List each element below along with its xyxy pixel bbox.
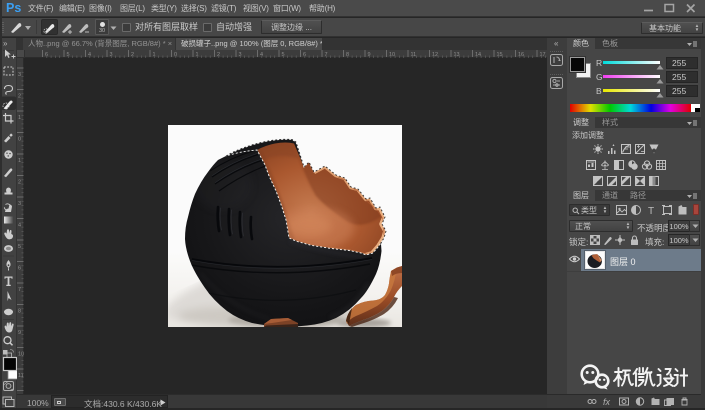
svg-text:1: 1 xyxy=(18,158,21,164)
svg-text:14: 14 xyxy=(475,52,481,58)
svg-text:T: T xyxy=(648,206,654,216)
svg-text:4: 4 xyxy=(18,223,21,229)
svg-text:10: 10 xyxy=(389,52,395,58)
svg-text:15: 15 xyxy=(497,52,503,58)
svg-text:9: 9 xyxy=(18,330,21,336)
svg-text:16: 16 xyxy=(518,52,524,58)
svg-text:6: 6 xyxy=(18,266,21,272)
svg-text:0: 0 xyxy=(18,137,21,143)
svg-text:17: 17 xyxy=(540,52,546,58)
svg-text:10: 10 xyxy=(18,352,24,358)
svg-text:3: 3 xyxy=(18,201,21,207)
svg-text:1: 1 xyxy=(18,115,21,121)
svg-text:13: 13 xyxy=(454,52,460,58)
svg-text:5: 5 xyxy=(18,244,21,250)
svg-text:8: 8 xyxy=(18,309,21,315)
svg-text:»: » xyxy=(3,39,8,48)
svg-text:2: 2 xyxy=(18,180,21,186)
svg-text:12: 12 xyxy=(432,52,438,58)
svg-text:11: 11 xyxy=(18,373,24,379)
svg-text:fx: fx xyxy=(603,397,611,406)
svg-text:11: 11 xyxy=(411,52,417,58)
svg-text:3: 3 xyxy=(18,72,21,78)
svg-text:2: 2 xyxy=(18,94,21,100)
svg-text:7: 7 xyxy=(18,287,21,293)
